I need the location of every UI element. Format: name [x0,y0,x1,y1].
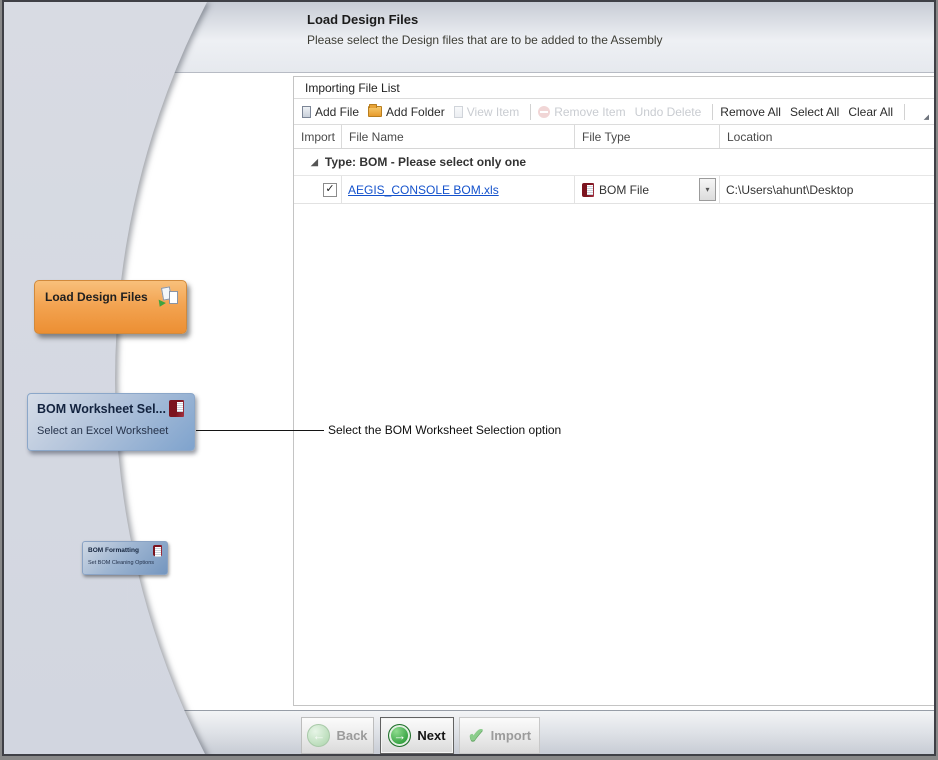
table-header-row: Import File Name File Type Location [294,125,934,149]
chevron-down-icon: ▾ [705,185,709,194]
bom-formatting-icon [153,545,162,556]
next-arrow-icon: → [388,724,411,747]
add-file-label: Add File [315,105,359,119]
group-row-label: Type: BOM - Please select only one [325,155,526,169]
importing-file-list-panel: Importing File List Add File Add Folder … [293,76,935,706]
next-label: Next [417,728,445,743]
add-file-icon [302,106,311,118]
view-item-icon [454,106,463,118]
toolbar: Add File Add Folder View Item Remove Ite… [294,99,934,125]
select-all-label: Select All [790,105,839,119]
column-header-file-type[interactable]: File Type [575,125,720,148]
annotation-text: Select the BOM Worksheet Selection optio… [328,423,561,437]
import-check-icon: ✔ [468,726,485,746]
file-type-cell: BOM File ▾ [575,176,720,203]
step-subtitle: Select an Excel Worksheet [37,425,168,437]
checkbox-check-icon: ✓ [325,184,334,195]
step-title: BOM Formatting [88,547,139,554]
clear-all-label: Clear All [848,105,893,119]
group-row[interactable]: ◢ Type: BOM - Please select only one [294,149,934,176]
undo-delete-label: Undo Delete [635,105,702,119]
file-name-cell: AEGIS_CONSOLE BOM.xls [342,176,575,203]
import-button[interactable]: ✔ Import [459,717,540,754]
collapse-expander-icon[interactable]: ◢ [311,158,318,167]
step-card-bom-worksheet-selection[interactable]: BOM Worksheet Sel... Select an Excel Wor… [27,393,195,451]
select-all-button[interactable]: Select All [790,105,839,119]
toolbar-overflow-grip-icon[interactable]: ◢ [924,114,929,121]
toolbar-separator [712,104,713,120]
toolbar-separator [530,104,531,120]
wizard-window: Load Design Files Please select the Desi… [2,0,936,756]
import-checkbox[interactable]: ✓ [323,183,337,197]
step-card-bom-formatting[interactable]: BOM Formatting Set BOM Cleaning Options [82,541,168,575]
add-file-button[interactable]: Add File [302,105,359,119]
excel-workbook-icon [169,400,184,417]
table-row: ✓ AEGIS_CONSOLE BOM.xls BOM File ▾ C:\Us… [294,176,934,204]
clear-all-button[interactable]: Clear All [848,105,893,119]
back-arrow-icon: ← [307,724,330,747]
load-files-icon [158,287,178,307]
column-header-import[interactable]: Import [294,125,342,148]
back-label: Back [336,728,367,743]
step-title: Load Design Files [45,290,148,304]
import-cell: ✓ [294,176,342,203]
add-folder-icon [368,106,382,117]
step-card-load-design-files[interactable]: Load Design Files [34,280,187,334]
step-subtitle: Set BOM Cleaning Options [88,560,154,566]
location-cell: C:\Users\ahunt\Desktop [720,176,934,203]
remove-item-button[interactable]: Remove Item [538,105,625,119]
view-item-button[interactable]: View Item [454,105,519,119]
add-folder-button[interactable]: Add Folder [368,105,445,119]
next-button[interactable]: → Next [380,717,454,754]
back-button[interactable]: ← Back [301,717,374,754]
remove-item-label: Remove Item [554,105,625,119]
undo-delete-button[interactable]: Undo Delete [635,105,702,119]
view-item-label: View Item [467,105,519,119]
step-title: BOM Worksheet Sel... [37,402,166,416]
file-type-value: BOM File [599,183,649,197]
remove-item-icon [538,106,550,118]
import-label: Import [491,728,531,743]
column-header-file-name[interactable]: File Name [342,125,575,148]
remove-all-button[interactable]: Remove All [720,105,781,119]
bom-file-icon [582,183,594,197]
file-type-dropdown-button[interactable]: ▾ [699,178,716,201]
add-folder-label: Add Folder [386,105,445,119]
column-header-location[interactable]: Location [720,125,934,148]
panel-title: Importing File List [294,77,934,99]
remove-all-label: Remove All [720,105,781,119]
file-name-link[interactable]: AEGIS_CONSOLE BOM.xls [342,183,499,197]
toolbar-separator [904,104,905,120]
annotation-line [196,430,324,431]
